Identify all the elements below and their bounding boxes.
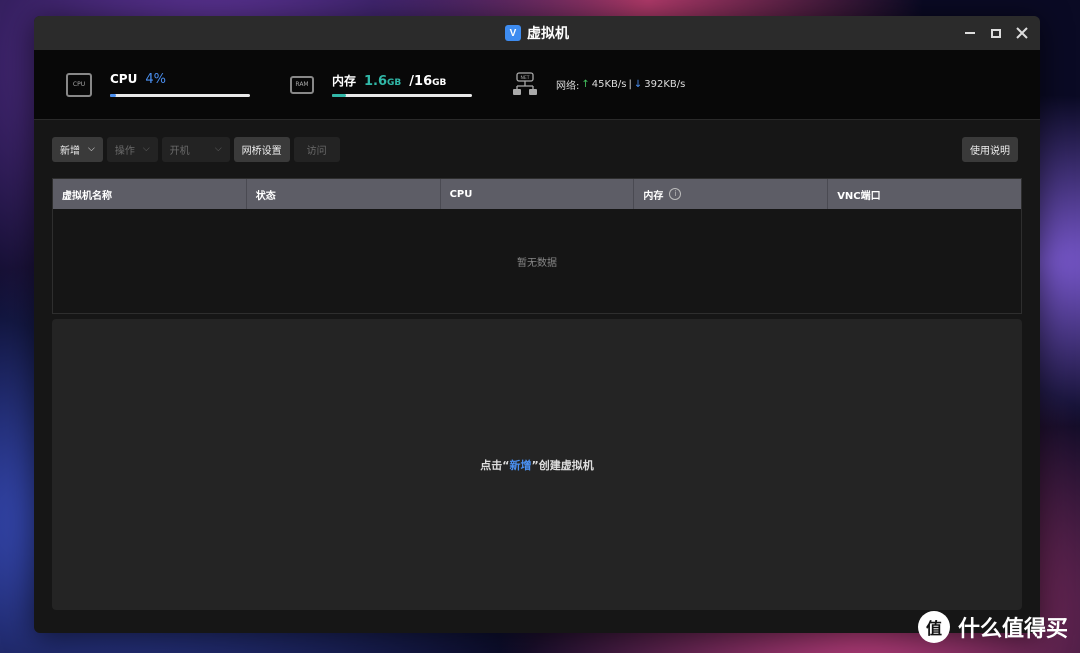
table-header: 虚拟机名称 状态 CPU 内存 i VNC端口 <box>53 179 1021 209</box>
network-icon: NET <box>512 71 538 98</box>
visit-button[interactable]: 访问 <box>293 136 340 162</box>
vm-app-icon: V <box>505 25 521 41</box>
operate-button[interactable]: 操作 ⌵ <box>106 136 158 162</box>
title-bar: V 虚拟机 <box>34 16 1040 50</box>
network-stat: NET 网络: ↑ 45KB/s | ↓ 392KB/s <box>512 71 685 98</box>
cpu-stat: CPU CPU 4% <box>66 72 250 97</box>
network-label: 网络: <box>556 81 580 92</box>
memory-total: /16GB <box>409 74 447 89</box>
cpu-usage-fill <box>110 94 116 97</box>
minimize-icon[interactable] <box>964 27 976 39</box>
col-memory[interactable]: 内存 i <box>634 179 829 209</box>
toolbar: 新增 ⌵ 操作 ⌵ 开机 ⌵ 网桥设置 访问 使用说明 <box>34 120 1040 178</box>
new-button[interactable]: 新增 ⌵ <box>52 136 103 162</box>
maximize-icon[interactable] <box>990 27 1002 39</box>
download-speed: 392KB/s <box>644 79 686 90</box>
col-cpu[interactable]: CPU <box>441 179 635 209</box>
col-vm-name[interactable]: 虚拟机名称 <box>53 179 247 209</box>
cpu-chip-icon: CPU <box>66 72 92 97</box>
create-vm-panel: 点击“新增”创建虚拟机 <box>52 319 1022 610</box>
speed-divider: | <box>628 79 632 90</box>
network-speed: 网络: ↑ 45KB/s | ↓ 392KB/s <box>556 77 685 92</box>
create-vm-link[interactable]: 新增 <box>510 459 532 472</box>
cpu-usage-bar <box>110 94 250 97</box>
memory-used: 1.6GB <box>364 74 402 89</box>
upload-speed: 45KB/s <box>591 79 627 90</box>
vm-table: 虚拟机名称 状态 CPU 内存 i VNC端口 暂无数据 <box>52 178 1022 314</box>
memory-usage-bar <box>332 94 472 97</box>
vm-window: V 虚拟机 CPU CPU 4% RAM 内存 1.6GB /16GB NET … <box>34 16 1040 633</box>
window-controls <box>964 16 1028 50</box>
cpu-value: 4% <box>145 72 166 87</box>
close-icon[interactable] <box>1016 27 1028 39</box>
empty-text: 暂无数据 <box>517 257 557 269</box>
download-arrow-icon: ↓ <box>633 79 643 90</box>
memory-usage-fill <box>332 94 346 97</box>
watermark-logo-icon: 值 <box>917 611 950 643</box>
info-icon[interactable]: i <box>669 188 682 200</box>
col-vnc-port[interactable]: VNC端口 <box>828 179 1021 209</box>
chevron-down-icon: ⌵ <box>88 144 95 154</box>
watermark-text: 什么值得买 <box>957 617 1068 642</box>
ram-chip-icon: RAM <box>290 75 314 94</box>
upload-arrow-icon: ↑ <box>581 79 590 90</box>
net-icon-text: NET <box>521 75 530 81</box>
window-title: 虚拟机 <box>527 26 569 42</box>
title-wrap: V 虚拟机 <box>505 23 569 43</box>
create-vm-hint: 点击“新增”创建虚拟机 <box>480 458 594 472</box>
cpu-label: CPU <box>110 72 138 86</box>
bridge-settings-button[interactable]: 网桥设置 <box>233 136 290 162</box>
table-body: 暂无数据 <box>53 209 1021 313</box>
resource-stats: CPU CPU 4% RAM 内存 1.6GB /16GB NET 网络: ↑ … <box>34 50 1040 120</box>
memory-stat: RAM 内存 1.6GB /16GB <box>290 72 472 97</box>
chevron-down-icon: ⌵ <box>142 144 150 154</box>
col-status[interactable]: 状态 <box>247 179 441 209</box>
chevron-down-icon: ⌵ <box>214 144 222 154</box>
power-button[interactable]: 开机 ⌵ <box>161 136 230 162</box>
help-button[interactable]: 使用说明 <box>962 136 1018 162</box>
memory-label: 内存 <box>332 74 357 88</box>
watermark: 值 什么值得买 <box>917 611 1068 643</box>
